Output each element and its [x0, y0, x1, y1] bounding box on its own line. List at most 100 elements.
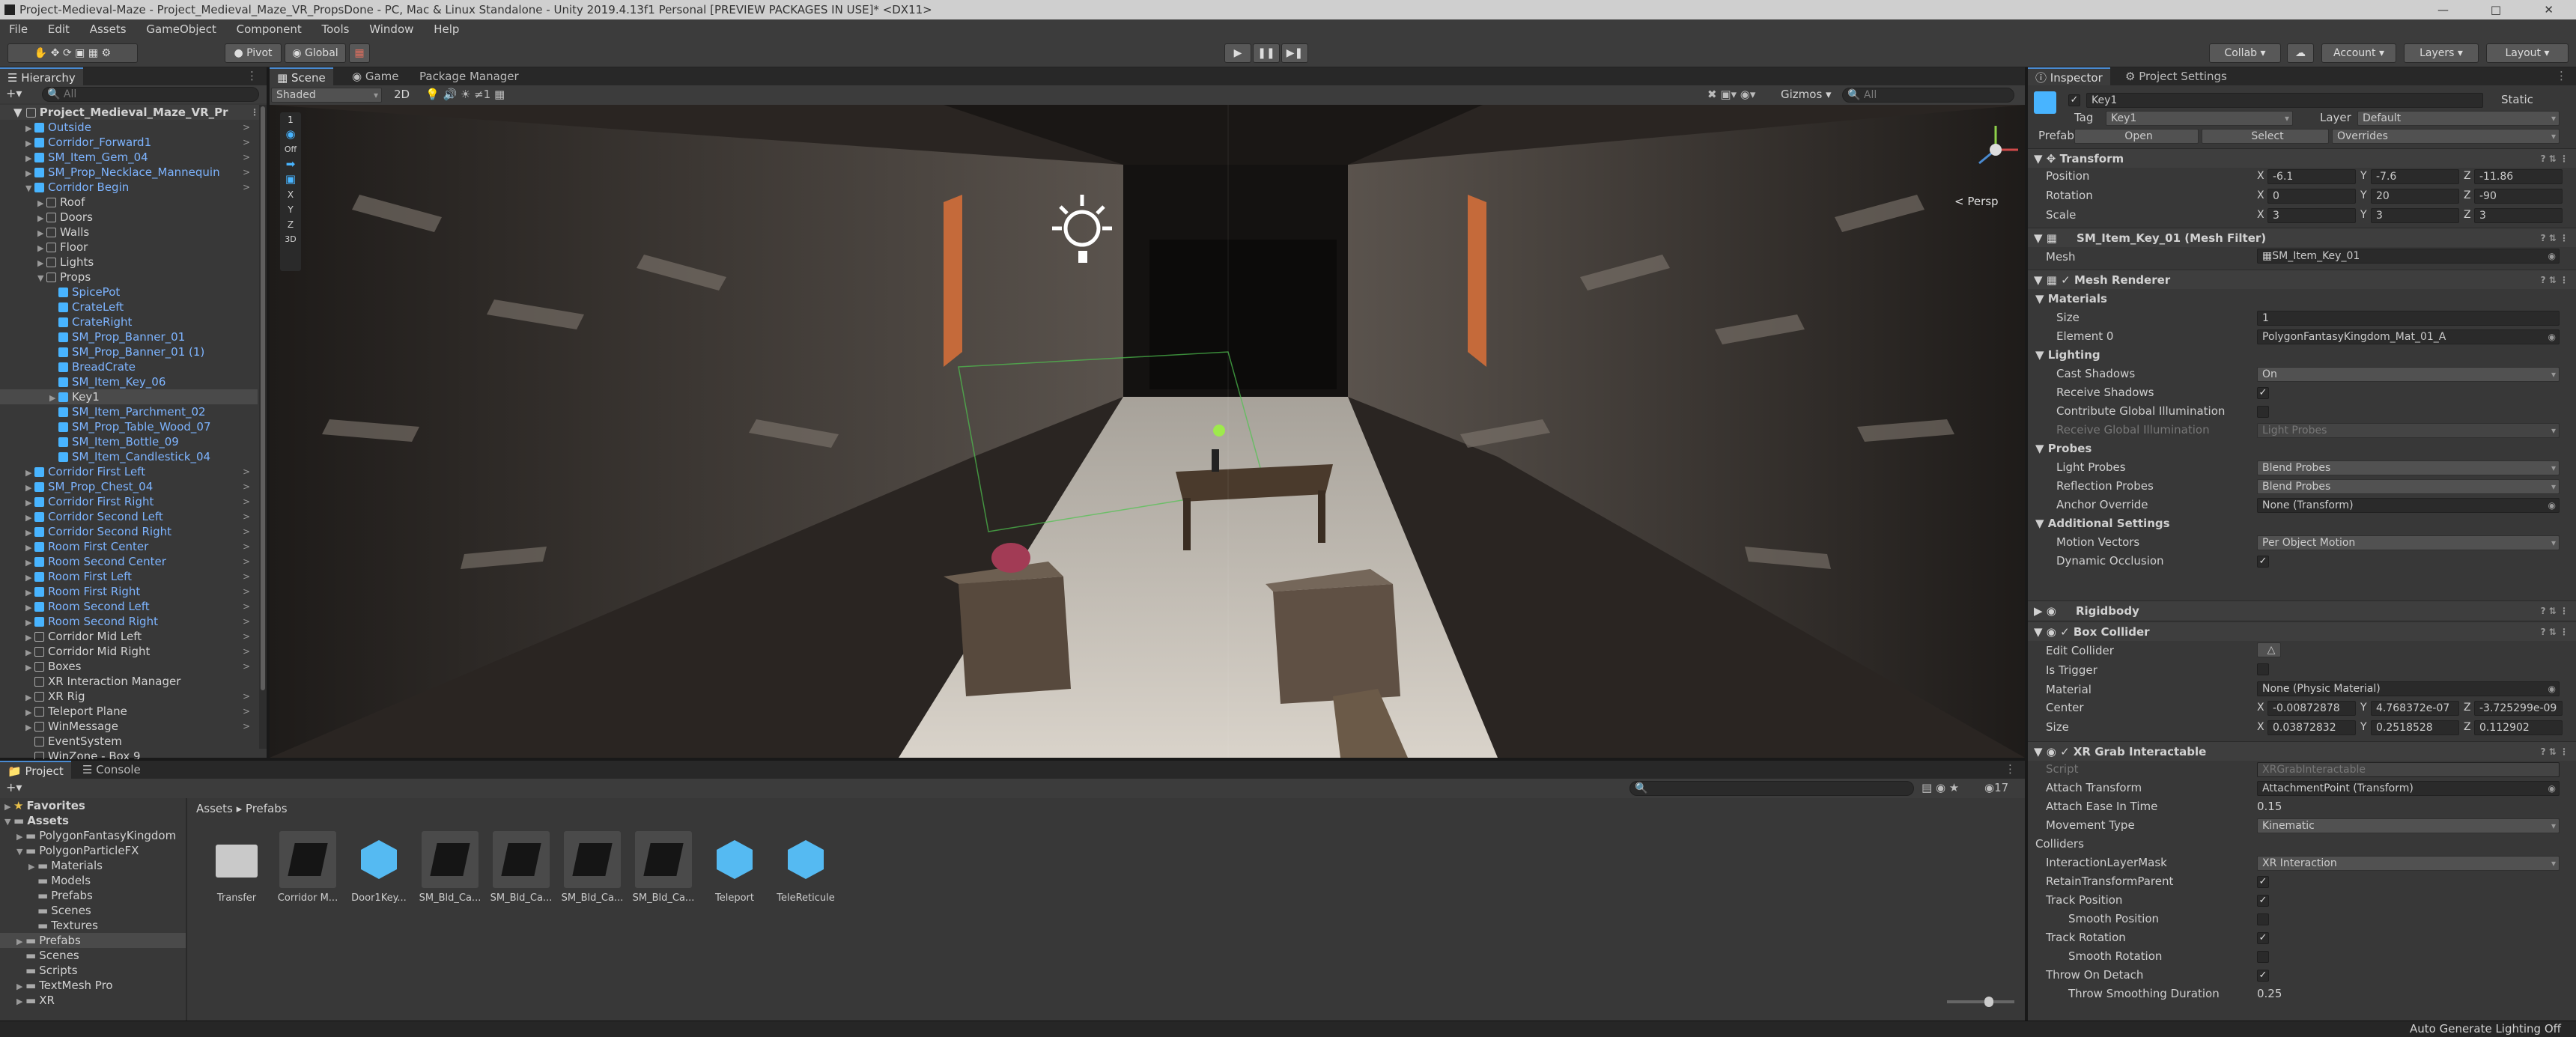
expand-arrow-icon[interactable]: ▶	[16, 994, 25, 1009]
chevron-right-icon[interactable]: >	[243, 479, 250, 494]
project-tree-item[interactable]: ▬ Textures	[0, 918, 186, 933]
expand-arrow-icon[interactable]: ▶	[25, 541, 34, 556]
section-label[interactable]: ▼ Probes	[2035, 442, 2092, 455]
hierarchy-item[interactable]: SM_Item_Parchment_02	[0, 404, 258, 419]
project-tree-item[interactable]: ▼ ▬ PolygonParticleFX	[0, 843, 186, 858]
chevron-right-icon[interactable]: >	[243, 704, 250, 719]
inspector.box_collider-center-z-field[interactable]: -3.725299e-09	[2474, 701, 2563, 716]
tab-project-settings[interactable]: ⚙ Project Settings	[2118, 67, 2235, 85]
hierarchy-item[interactable]: ▶ Room First Right >	[0, 584, 258, 599]
hierarchy-item[interactable]: EventSystem	[0, 734, 258, 749]
shading-dropdown[interactable]: Shaded ▾	[271, 88, 382, 103]
select-button[interactable]: Select	[2202, 129, 2329, 144]
asset-item[interactable]: Teleport	[702, 831, 768, 904]
overrides-dropdown[interactable]: Overrides ▾	[2332, 129, 2560, 144]
renderer-field[interactable]: Blend Probes ▾	[2257, 460, 2560, 475]
project-tree-item[interactable]: ▬ Models	[0, 873, 186, 888]
project-tree-item[interactable]: ▬ Scripts	[0, 963, 186, 978]
asset-item[interactable]: SM_Bld_Ca...	[488, 831, 554, 904]
asset-item[interactable]: TeleReticule	[773, 831, 839, 904]
project-tree-item[interactable]: ▬ Prefabs	[0, 888, 186, 903]
hierarchy-item[interactable]: SM_Prop_Banner_01 (1)	[0, 344, 258, 359]
hierarchy-item[interactable]: SpicePot	[0, 285, 258, 299]
collider-material-field[interactable]: None (Physic Material) ◉	[2257, 681, 2560, 696]
side-tool-0[interactable]: 1	[280, 112, 301, 127]
xr-field[interactable]: XR Interaction ▾	[2257, 856, 2560, 871]
close-icon[interactable]: ✕	[2544, 0, 2554, 19]
xr-field[interactable]: Kinematic ▾	[2257, 818, 2560, 833]
active-checkbox[interactable]: ✓	[2068, 94, 2080, 106]
expand-arrow-icon[interactable]: ▼	[4, 815, 13, 830]
inspector.transform-rotation-y-field[interactable]: 20	[2371, 189, 2459, 204]
chevron-right-icon[interactable]: >	[243, 644, 250, 659]
project-tree-item[interactable]: ▬ Scenes	[0, 948, 186, 963]
inspector.box_collider-center-y-field[interactable]: 4.768372e-07	[2371, 701, 2459, 716]
expand-arrow-icon[interactable]: ▶	[37, 226, 46, 241]
hierarchy-item[interactable]: BreadCrate	[0, 359, 258, 374]
scene-viewport[interactable]	[270, 105, 2025, 758]
play-button[interactable]: ▶	[1224, 43, 1251, 63]
create-icon[interactable]: +▾	[6, 780, 22, 794]
xr-option-checkbox[interactable]: ✓	[2257, 970, 2269, 982]
chevron-right-icon[interactable]: >	[243, 689, 250, 704]
expand-arrow-icon[interactable]: ▶	[25, 121, 34, 136]
hierarchy-item[interactable]: SM_Item_Bottle_09	[0, 434, 258, 449]
asset-item[interactable]: Corridor M...	[275, 831, 341, 904]
layers-dropdown[interactable]: Layers ▾	[2404, 43, 2479, 63]
maximize-icon[interactable]: □	[2491, 0, 2501, 19]
scene-search-input[interactable]: 🔍 All	[1842, 88, 2014, 103]
expand-arrow-icon[interactable]: ▶	[37, 256, 46, 271]
box-collider-header[interactable]: ▼ ◉ ✓ Box Collider? ⇅ ⋮	[2028, 621, 2576, 641]
is-trigger-checkbox[interactable]	[2257, 663, 2269, 675]
expand-arrow-icon[interactable]: ▼	[37, 271, 46, 286]
expand-arrow-icon[interactable]: ▶	[25, 151, 34, 166]
inspector.transform-scale-y-field[interactable]: 3	[2371, 208, 2459, 223]
expand-arrow-icon[interactable]: ▶	[25, 466, 34, 481]
chevron-right-icon[interactable]: >	[243, 629, 250, 644]
mesh-filter-header[interactable]: ▼ ▦ SM_Item_Key_01 (Mesh Filter)? ⇅ ⋮	[2028, 228, 2576, 247]
chevron-right-icon[interactable]: >	[243, 539, 250, 554]
expand-arrow-icon[interactable]: ▶	[25, 556, 34, 571]
asset-item[interactable]: Door1Key...	[346, 831, 412, 904]
hierarchy-item[interactable]: ▶ Corridor Mid Right >	[0, 644, 258, 659]
inspector.box_collider-size-x-field[interactable]: 0.03872832	[2267, 720, 2356, 735]
chevron-right-icon[interactable]: >	[243, 120, 250, 135]
project-search-input[interactable]: 🔍	[1629, 781, 1914, 796]
chevron-right-icon[interactable]: >	[243, 569, 250, 584]
cloud-icon[interactable]: ☁	[2287, 43, 2314, 63]
side-tool-x[interactable]: X	[280, 187, 301, 202]
expand-arrow-icon[interactable]: ▶	[25, 571, 34, 586]
chevron-right-icon[interactable]: >	[243, 509, 250, 524]
menu-window[interactable]: Window	[369, 22, 413, 36]
menu-file[interactable]: File	[9, 22, 28, 36]
panel-menu-icon[interactable]: ⋮	[2556, 69, 2567, 82]
renderer-option-checkbox[interactable]	[2257, 406, 2269, 418]
renderer-field[interactable]: Light Probes ▾	[2257, 423, 2560, 438]
global-button[interactable]: ◉ Global	[285, 43, 346, 63]
hierarchy-scrollbar[interactable]	[259, 105, 267, 749]
expand-arrow-icon[interactable]: ▶	[25, 481, 34, 496]
chevron-right-icon[interactable]: >	[243, 599, 250, 614]
gizmos-dropdown[interactable]: Gizmos ▾	[1781, 88, 1832, 101]
expand-arrow-icon[interactable]: ▶	[28, 860, 37, 875]
project-tree-item[interactable]: ▶ ★ Favorites	[0, 798, 186, 813]
name-field[interactable]: Key1	[2086, 93, 2483, 108]
lock-icon[interactable]: ▣	[280, 172, 301, 187]
move-arrow-icon[interactable]: ➡	[280, 157, 301, 172]
hierarchy-item[interactable]: SM_Item_Key_06	[0, 374, 258, 389]
hierarchy-item[interactable]: ▶ Key1	[0, 389, 258, 404]
hierarchy-item[interactable]: ▶ Teleport Plane >	[0, 704, 258, 719]
project-tree-item[interactable]: ▬ Scenes	[0, 903, 186, 918]
project-tree-item[interactable]: ▶ ▬ TextMesh Pro	[0, 978, 186, 993]
static-label[interactable]: Static	[2501, 93, 2533, 106]
hierarchy-item[interactable]: SM_Prop_Banner_01	[0, 329, 258, 344]
inspector.transform-rotation-x-field[interactable]: 0	[2267, 189, 2356, 204]
inspector.transform-position-z-field[interactable]: -11.86	[2474, 169, 2563, 184]
xr-option-checkbox[interactable]: ✓	[2257, 876, 2269, 888]
open-button[interactable]: Open	[2074, 129, 2199, 144]
persp-label[interactable]: < Persp	[1954, 195, 1999, 208]
chevron-right-icon[interactable]: >	[243, 165, 250, 180]
expand-arrow-icon[interactable]: ▶	[25, 630, 34, 645]
menu-assets[interactable]: Assets	[90, 22, 127, 36]
mesh-field[interactable]: ▦SM_Item_Key_01 ◉	[2257, 249, 2560, 264]
